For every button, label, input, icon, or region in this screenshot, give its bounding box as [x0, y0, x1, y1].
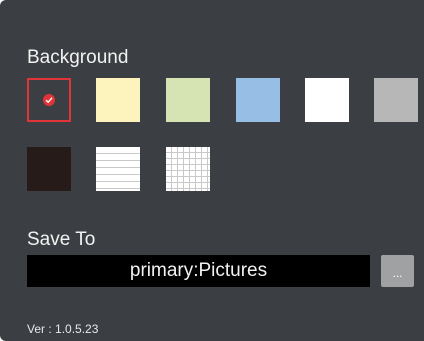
save-path-field[interactable]: primary:Pictures	[27, 255, 370, 287]
more-icon: ...	[392, 266, 403, 280]
background-section-title: Background	[27, 47, 129, 68]
background-swatch-light-green[interactable]	[166, 78, 210, 122]
background-swatch-dark-brown[interactable]	[27, 147, 71, 191]
version-label: Ver : 1.0.5.23	[27, 322, 99, 336]
browse-folder-button[interactable]: ...	[381, 255, 414, 287]
background-swatch-white[interactable]	[305, 78, 349, 122]
background-swatch-selected[interactable]	[27, 78, 71, 122]
background-swatch-cream[interactable]	[96, 78, 140, 122]
background-swatch-grid-paper[interactable]	[166, 147, 210, 191]
background-swatch-gray[interactable]	[374, 78, 418, 122]
background-swatch-light-blue[interactable]	[236, 78, 280, 122]
check-icon	[43, 94, 55, 106]
save-to-section-title: Save To	[27, 229, 96, 250]
background-swatch-lined-paper[interactable]	[96, 147, 140, 191]
settings-panel: Background Save To primary:Pictures ... …	[0, 0, 424, 341]
